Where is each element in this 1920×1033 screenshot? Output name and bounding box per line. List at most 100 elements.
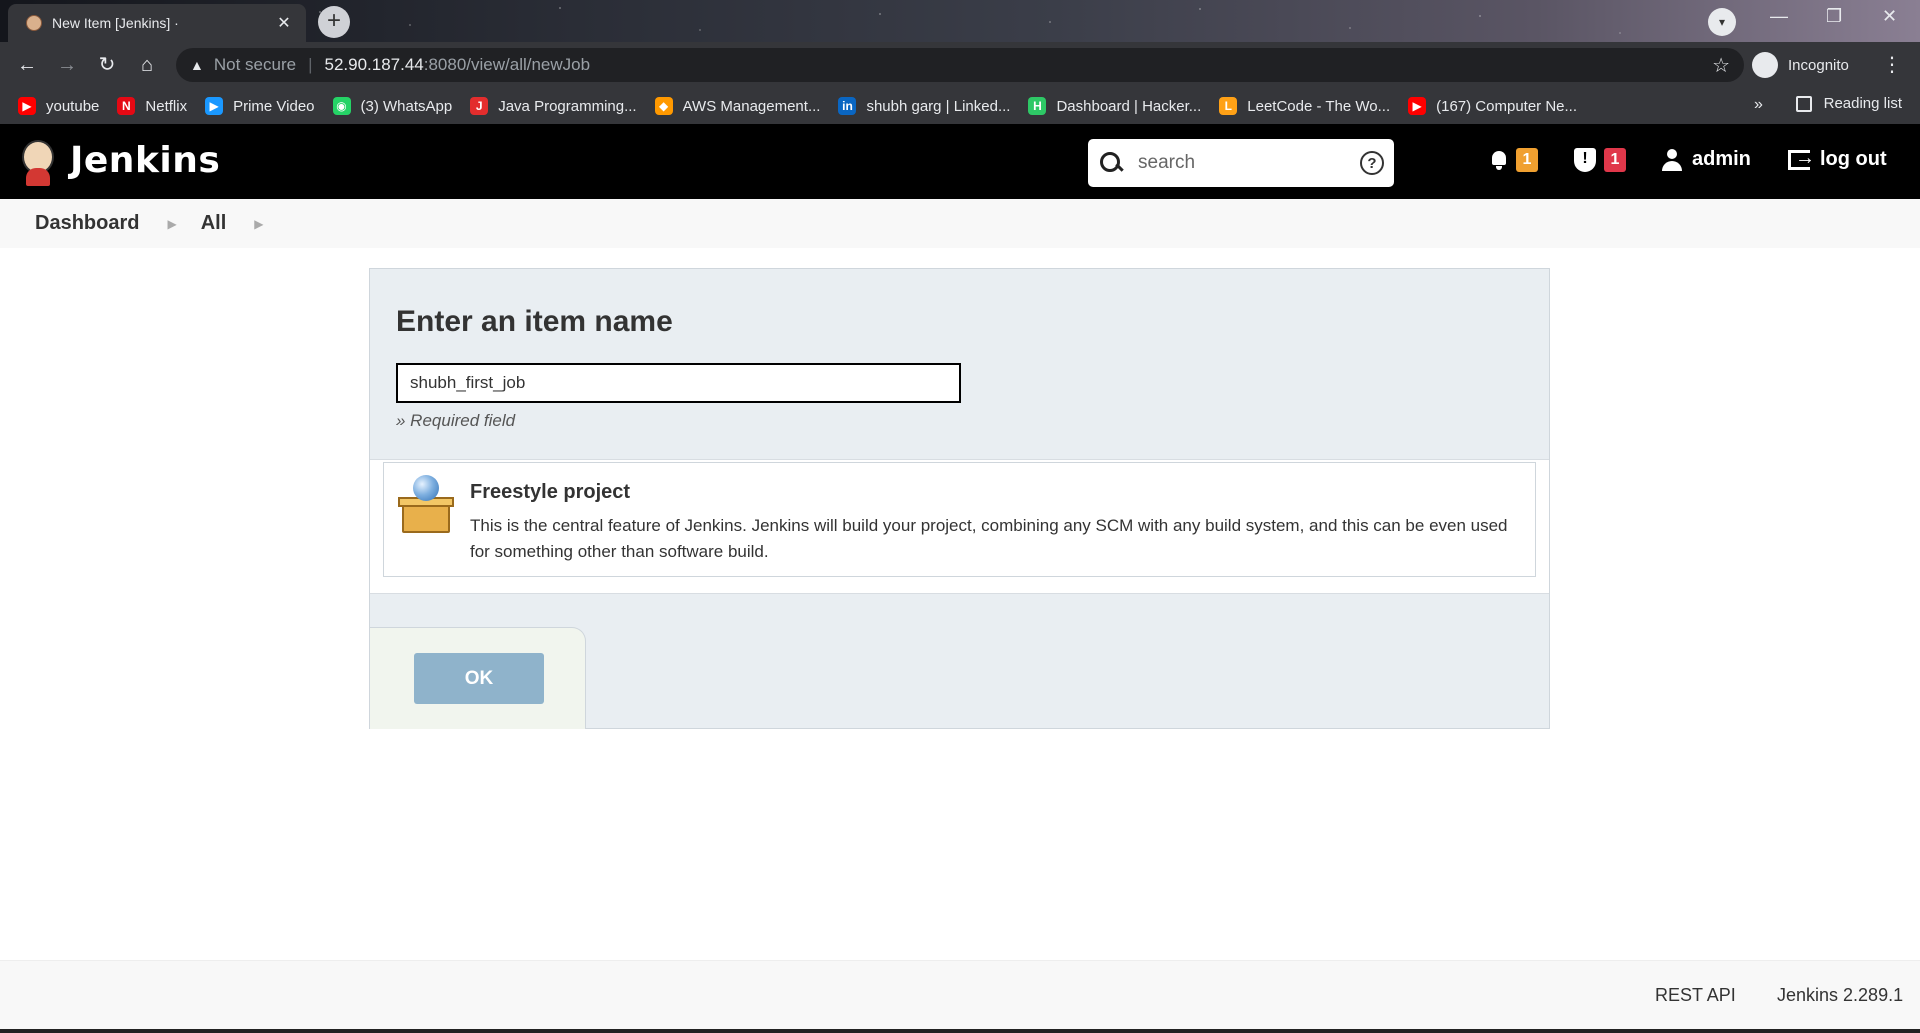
netflix-icon: N [117,97,136,115]
help-icon[interactable]: ? [1360,151,1384,175]
prime-video-icon: ▶ [205,97,224,115]
warning-icon: ▲ [190,57,204,73]
bookmark-star-icon[interactable]: ☆ [1712,53,1730,78]
tab-search-icon[interactable]: ▾ [1708,8,1736,36]
window-close-icon[interactable]: ✕ [1882,6,1897,27]
address-bar[interactable]: ▲ Not secure | 52.90.187.44 :8080/view/a… [176,48,1744,82]
bookmark-item[interactable]: ◉ (3) WhatsApp [332,97,453,115]
jenkins-logo-icon[interactable] [18,138,58,186]
shield-icon: ! [1574,148,1596,172]
rest-api-link[interactable]: REST API [1655,985,1736,1006]
new-tab-button[interactable]: + [318,6,350,38]
youtube-icon: ▶ [18,97,36,115]
security-badge: 1 [1604,148,1626,172]
bookmark-label: Netflix [145,97,188,115]
browser-tabstrip: New Item [Jenkins] · ✕ + ▾ — ❐ ✕ [0,0,1920,42]
minimize-icon[interactable]: — [1770,6,1788,27]
bookmark-label: (167) Computer Ne... [1436,97,1578,115]
address-path: :8080/view/all/newJob [423,55,591,74]
jenkins-version-link[interactable]: Jenkins 2.289.1 [1777,985,1903,1006]
hackerrank-icon: H [1028,97,1047,115]
notifications-badge: 1 [1516,148,1538,172]
incognito-icon [1752,52,1778,78]
item-type-list: Freestyle project This is the central fe… [370,459,1549,594]
restore-icon[interactable]: ❐ [1826,6,1842,27]
youtube-icon: ▶ [1408,97,1427,115]
user-name: admin [1692,148,1751,170]
bookmark-item[interactable]: ▶ Prime Video [205,97,315,115]
notifications-button[interactable]: 1 [1490,148,1538,172]
aws-icon: ◆ [654,97,673,115]
bookmark-label: shubh garg | Linked... [866,97,1011,115]
browser-menu-icon[interactable]: ⋮ [1882,52,1902,77]
browser-tab[interactable]: New Item [Jenkins] · ✕ [8,4,306,42]
ok-button-container: OK [370,627,586,729]
page-footer: REST API Jenkins 2.289.1 [0,960,1920,1030]
logout-icon [1788,147,1815,170]
jenkins-app-name[interactable]: Jenkins [70,140,220,181]
whatsapp-icon: ◉ [332,97,351,115]
bookmark-item[interactable]: ◆ AWS Management... [654,97,821,115]
search-icon [1100,152,1122,174]
leetcode-icon: L [1219,97,1238,115]
jenkins-favicon-icon [26,15,42,31]
bookmark-item[interactable]: ▶ (167) Computer Ne... [1408,97,1577,115]
bell-icon [1490,150,1508,170]
incognito-indicator[interactable]: Incognito [1752,48,1870,82]
bookmark-label: Java Programming... [498,97,637,115]
forward-icon[interactable]: → [54,52,80,78]
new-item-form: Enter an item name » Required field Free… [369,268,1550,729]
bookmark-label: AWS Management... [682,97,821,115]
bookmark-label: Dashboard | Hacker... [1056,97,1202,115]
jenkins-header: Jenkins ? 1 ! 1 admin log out [0,124,1920,199]
browser-toolbar: ← → ↻ ⌂ ▲ Not secure | 52.90.187.44 :808… [0,42,1920,88]
search-input[interactable] [1136,151,1360,175]
breadcrumb: Dashboard ▶ All ▶ [0,199,1920,248]
linkedin-icon: in [838,97,857,115]
logout-link[interactable]: log out [1788,147,1887,171]
reading-list-icon [1795,95,1812,112]
breadcrumb-dashboard[interactable]: Dashboard [35,212,139,235]
home-icon[interactable]: ⌂ [134,52,160,78]
back-icon[interactable]: ← [14,52,40,78]
breadcrumb-all[interactable]: All [201,212,227,235]
taskbar-edge [0,1029,1920,1033]
option-description: This is the central feature of Jenkins. … [470,516,1508,561]
bookmark-label: youtube [46,97,100,115]
tab-title: New Item [Jenkins] · [52,15,179,31]
bookmark-label: (3) WhatsApp [360,97,453,115]
bookmark-item[interactable]: N Netflix [117,97,187,115]
user-link[interactable]: admin [1662,148,1751,171]
bookmark-item[interactable]: ▶ youtube [18,97,99,115]
page-title: Enter an item name [396,305,673,338]
bookmark-label: LeetCode - The Wo... [1247,97,1391,115]
option-title: Freestyle project [470,481,631,503]
logout-label: log out [1820,148,1887,170]
address-host: 52.90.187.44 [324,55,424,74]
ok-button[interactable]: OK [414,653,544,704]
breadcrumb-chevron-icon[interactable]: ▶ [254,217,263,231]
tab-close-icon[interactable]: ✕ [272,13,296,33]
java-icon: J [470,97,489,115]
bookmark-item[interactable]: in shubh garg | Linked... [838,97,1010,115]
reading-list-button[interactable]: Reading list [1795,95,1902,112]
item-name-input[interactable] [396,363,961,403]
reload-icon[interactable]: ↻ [94,52,120,78]
security-label: Not secure [213,55,297,74]
more-bookmarks-button[interactable]: » [1754,96,1763,114]
bookmark-label: Prime Video [233,97,315,115]
bookmarks-bar: ▶ youtube N Netflix ▶ Prime Video ◉ (3) WhatsAp… [0,88,1920,124]
bookmark-item[interactable]: L LeetCode - The Wo... [1219,97,1390,115]
required-field-note: » Required field [396,411,516,430]
bookmark-item[interactable]: J Java Programming... [470,97,637,115]
bookmark-item[interactable]: H Dashboard | Hacker... [1028,97,1201,115]
freestyle-project-option[interactable]: Freestyle project This is the central fe… [383,462,1536,577]
freestyle-project-icon [396,475,456,535]
search-box: ? [1088,139,1394,187]
security-button[interactable]: ! 1 [1574,148,1626,172]
user-icon [1662,148,1682,171]
incognito-label: Incognito [1788,56,1849,74]
address-separator: | [308,55,313,74]
reading-list-label: Reading list [1823,95,1902,112]
breadcrumb-chevron-icon[interactable]: ▶ [167,217,176,231]
